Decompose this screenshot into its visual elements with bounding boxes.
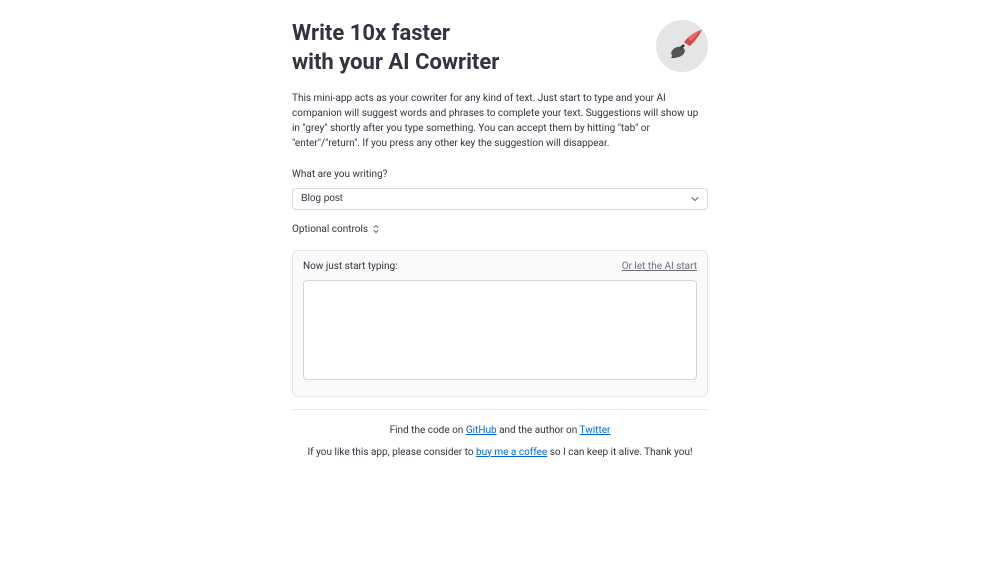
ai-start-link[interactable]: Or let the AI start (622, 261, 697, 272)
twitter-link[interactable]: Twitter (580, 425, 611, 436)
page-title: Write 10x faster with your AI Cowriter (292, 20, 499, 77)
writing-type-select[interactable]: Blog post (292, 188, 708, 210)
title-line-2: with your AI Cowriter (292, 50, 499, 75)
main-container: Write 10x faster with your AI Cowriter T… (292, 0, 708, 462)
header-row: Write 10x faster with your AI Cowriter (292, 20, 708, 77)
optional-controls-label: Optional controls (292, 224, 368, 235)
description-text: This mini-app acts as your cowriter for … (292, 91, 708, 151)
footer-support-suffix: so I can keep it alive. Thank you! (547, 447, 692, 458)
title-line-1: Write 10x faster (292, 21, 450, 46)
divider (292, 409, 708, 410)
footer-code-prefix: Find the code on (390, 425, 466, 436)
main-textarea[interactable] (303, 280, 697, 380)
writing-type-label: What are you writing? (292, 169, 708, 180)
editor-header: Now just start typing: Or let the AI sta… (303, 261, 697, 272)
writing-type-select-wrap: Blog post (292, 186, 708, 210)
footer-author-mid: and the author on (497, 425, 580, 436)
footer-code-line: Find the code on GitHub and the author o… (292, 422, 708, 440)
optional-controls-toggle[interactable]: Optional controls (292, 224, 708, 236)
footer-support-line: If you like this app, please consider to… (292, 444, 708, 462)
editor-typing-label: Now just start typing: (303, 261, 398, 272)
editor-panel: Now just start typing: Or let the AI sta… (292, 250, 708, 397)
logo-hand-feather-icon (656, 20, 708, 72)
expand-collapse-icon (372, 224, 380, 236)
coffee-link[interactable]: buy me a coffee (476, 447, 547, 458)
footer: Find the code on GitHub and the author o… (292, 422, 708, 462)
footer-support-prefix: If you like this app, please consider to (307, 447, 476, 458)
github-link[interactable]: GitHub (466, 425, 497, 436)
